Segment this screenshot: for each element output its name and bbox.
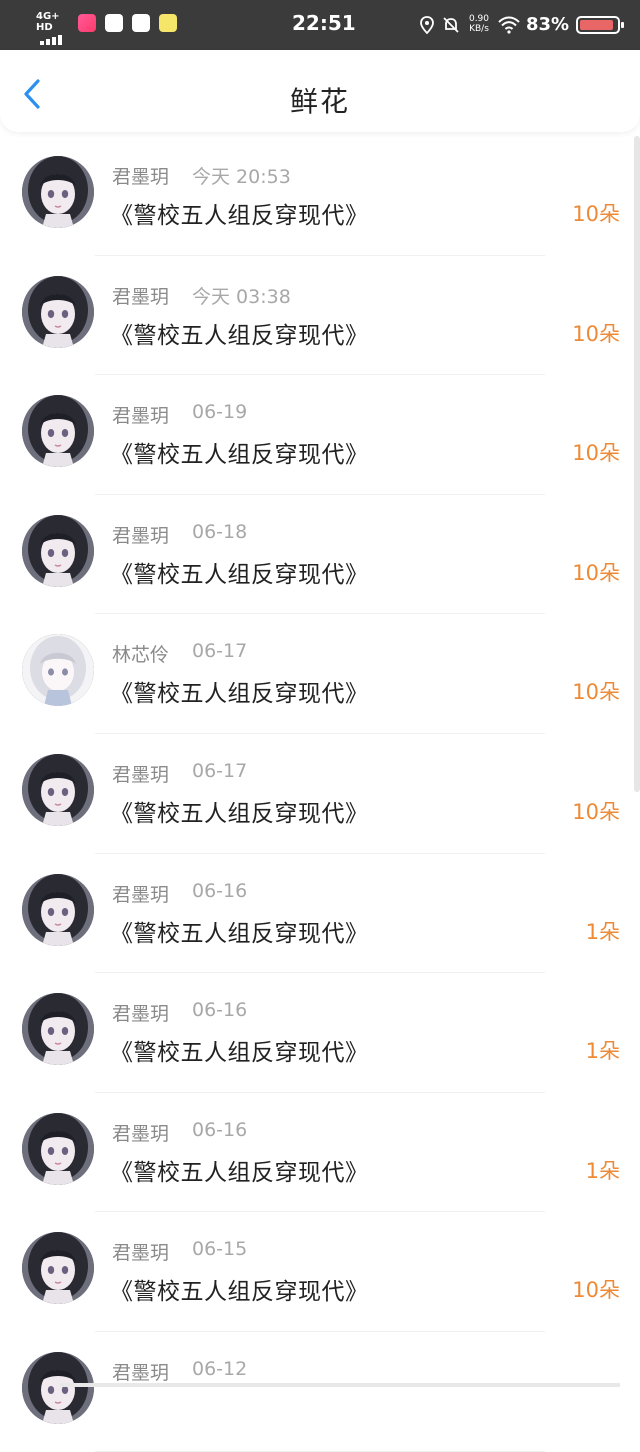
sender-name: 君墨玥 — [112, 1361, 170, 1384]
sent-date: 06-15 — [192, 1238, 248, 1261]
flower-amount: 10朵 — [572, 202, 620, 226]
dark-hair-avatar-icon — [22, 156, 94, 228]
sent-date: 06-12 — [192, 1357, 248, 1380]
flower-record-list: 君墨玥 今天 20:53 《警校五人组反穿现代》 10朵 君墨玥 今天 03:3… — [0, 136, 640, 1452]
avatar[interactable] — [22, 156, 94, 228]
list-item[interactable]: 林芯伶 06-17 《警校五人组反穿现代》 10朵 — [0, 614, 640, 734]
wifi-icon — [498, 16, 520, 34]
bottom-indicator — [60, 1383, 620, 1387]
dark-hair-avatar-icon — [22, 275, 94, 348]
list-item[interactable]: 君墨玥 今天 03:38 《警校五人组反穿现代》 10朵 — [0, 256, 640, 376]
avatar[interactable] — [22, 993, 94, 1066]
sender-name: 君墨玥 — [112, 285, 170, 308]
mute-icon — [443, 17, 459, 33]
divider — [95, 1450, 545, 1452]
sender-name: 君墨玥 — [112, 883, 170, 906]
avatar[interactable] — [22, 753, 94, 826]
avatar[interactable] — [22, 275, 94, 348]
avatar[interactable] — [22, 1232, 94, 1305]
dark-hair-avatar-icon — [22, 993, 94, 1066]
flower-amount: 1朵 — [585, 919, 620, 944]
status-bar: 4G+ HD 22:51 0.90 KB/s 83% — [0, 0, 640, 50]
location-icon — [420, 16, 434, 34]
book-title: 《警校五人组反穿现代》 — [110, 322, 369, 349]
sent-date: 06-17 — [192, 759, 248, 782]
sender-name: 君墨玥 — [112, 1122, 170, 1145]
sent-date: 06-17 — [192, 640, 248, 663]
status-time: 22:51 — [292, 11, 356, 35]
avatar[interactable] — [22, 873, 94, 946]
book-title: 《警校五人组反穿现代》 — [110, 681, 369, 708]
sent-date: 06-16 — [192, 879, 248, 902]
sender-name: 君墨玥 — [112, 1242, 170, 1265]
battery-icon — [576, 16, 624, 34]
book-title: 《警校五人组反穿现代》 — [110, 442, 369, 469]
list-item[interactable]: 君墨玥 06-17 《警校五人组反穿现代》 10朵 — [0, 734, 640, 854]
flower-amount: 10朵 — [572, 441, 620, 466]
dark-hair-avatar-icon — [22, 1351, 94, 1424]
list-item[interactable]: 君墨玥 06-16 《警校五人组反穿现代》 1朵 — [0, 854, 640, 974]
dark-hair-avatar-icon — [22, 753, 94, 826]
dark-hair-avatar-icon — [22, 514, 94, 587]
app-icon-3 — [132, 14, 150, 32]
speed-value: 0.90 — [468, 14, 490, 24]
flower-amount: 10朵 — [572, 321, 620, 346]
list-item[interactable]: 君墨玥 06-15 《警校五人组反穿现代》 10朵 — [0, 1212, 640, 1332]
flower-amount: 1朵 — [585, 1039, 620, 1064]
app-icon-2 — [105, 14, 123, 32]
list-item[interactable]: 君墨玥 06-18 《警校五人组反穿现代》 10朵 — [0, 495, 640, 615]
network-speed: 0.90 KB/s — [466, 14, 492, 34]
flower-amount: 10朵 — [572, 1278, 620, 1303]
flower-amount: 10朵 — [572, 799, 620, 824]
app-icon-1 — [78, 14, 96, 32]
sent-date: 今天 20:53 — [192, 166, 291, 188]
scrollbar[interactable] — [634, 136, 640, 792]
app-icon-4 — [159, 14, 177, 32]
dark-hair-avatar-icon — [22, 395, 94, 468]
status-right-cluster: 0.90 KB/s 83% — [418, 12, 628, 38]
sent-date: 06-18 — [192, 520, 248, 543]
nav-header: 鲜花 — [0, 50, 640, 132]
list-item[interactable]: 君墨玥 06-16 《警校五人组反穿现代》 1朵 — [0, 1093, 640, 1213]
book-title: 《警校五人组反穿现代》 — [110, 800, 369, 827]
avatar[interactable] — [22, 634, 94, 707]
signal-icon: 4G+ HD — [36, 11, 72, 45]
list-item[interactable]: 君墨玥 06-12 — [0, 1332, 640, 1452]
avatar[interactable] — [22, 514, 94, 587]
sent-date: 今天 03:38 — [192, 285, 291, 308]
sender-name: 君墨玥 — [112, 405, 170, 428]
sender-name: 君墨玥 — [112, 763, 170, 786]
book-title: 《警校五人组反穿现代》 — [110, 1159, 369, 1186]
book-title: 《警校五人组反穿现代》 — [110, 561, 369, 588]
list-item[interactable]: 君墨玥 06-19 《警校五人组反穿现代》 10朵 — [0, 375, 640, 495]
list-item[interactable]: 君墨玥 06-16 《警校五人组反穿现代》 1朵 — [0, 973, 640, 1093]
flower-amount: 1朵 — [585, 1158, 620, 1183]
sender-name: 君墨玥 — [112, 524, 170, 547]
flower-amount: 10朵 — [572, 560, 620, 585]
list-item[interactable]: 君墨玥 今天 20:53 《警校五人组反穿现代》 10朵 — [0, 136, 640, 256]
book-title: 《警校五人组反穿现代》 — [110, 920, 369, 947]
speed-unit: KB/s — [469, 24, 489, 34]
sent-date: 06-16 — [192, 999, 248, 1022]
sender-name: 君墨玥 — [112, 1003, 170, 1026]
sent-date: 06-16 — [192, 1118, 248, 1141]
sent-date: 06-19 — [192, 401, 248, 424]
dark-hair-avatar-icon — [22, 1232, 94, 1305]
page-title: 鲜花 — [289, 85, 350, 118]
battery-percent: 83% — [526, 14, 570, 35]
dark-hair-avatar-icon — [22, 873, 94, 946]
book-title: 《警校五人组反穿现代》 — [110, 1279, 369, 1306]
avatar[interactable] — [22, 395, 94, 468]
book-title: 《警校五人组反穿现代》 — [110, 203, 369, 229]
light-hair-avatar-icon — [22, 634, 94, 707]
dark-hair-avatar-icon — [22, 1112, 94, 1185]
book-title: 《警校五人组反穿现代》 — [110, 1040, 369, 1067]
flower-amount: 10朵 — [572, 680, 620, 705]
avatar[interactable] — [22, 1351, 94, 1424]
avatar[interactable] — [22, 1112, 94, 1185]
sender-name: 林芯伶 — [112, 644, 170, 667]
sender-name: 君墨玥 — [112, 166, 170, 188]
